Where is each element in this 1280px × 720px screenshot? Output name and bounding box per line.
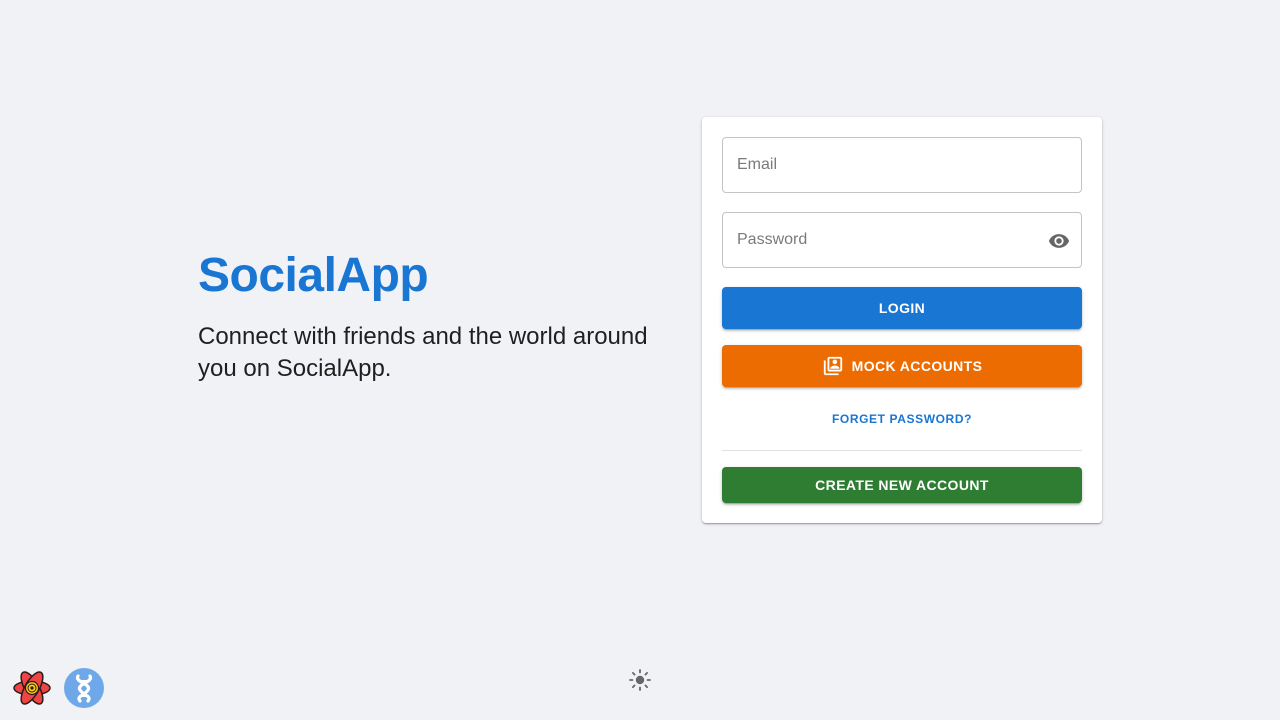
login-button[interactable]: LOGIN	[722, 287, 1082, 329]
email-field	[722, 137, 1082, 193]
divider	[722, 450, 1082, 451]
password-input[interactable]	[723, 213, 1081, 267]
login-button-label: LOGIN	[878, 300, 926, 316]
mock-accounts-label: MOCK ACCOUNTS	[851, 358, 983, 374]
login-card: LOGIN MOCK ACCOUNTS FORGET PASSWORD? CRE…	[702, 117, 1102, 523]
eye-icon[interactable]	[1047, 229, 1071, 253]
password-field	[722, 212, 1082, 268]
react-query-devtools-icon[interactable]	[12, 668, 52, 708]
mock-accounts-button[interactable]: MOCK ACCOUNTS	[722, 345, 1082, 387]
sun-icon[interactable]	[628, 668, 652, 692]
app-title: SocialApp	[198, 249, 429, 302]
login-page: SocialApp Connect with friends and the w…	[0, 0, 1280, 720]
contacts-stack-icon	[822, 355, 844, 377]
email-input[interactable]	[723, 138, 1081, 192]
create-account-button[interactable]: CREATE NEW ACCOUNT	[722, 467, 1082, 503]
hero-section: SocialApp Connect with friends and the w…	[198, 248, 668, 385]
devtools-icons	[12, 668, 104, 708]
app-tagline: Connect with friends and the world aroun…	[198, 323, 648, 382]
forgot-password-link[interactable]: FORGET PASSWORD?	[722, 411, 1082, 427]
redux-devtools-icon[interactable]	[64, 668, 104, 708]
create-account-label: CREATE NEW ACCOUNT	[815, 477, 989, 493]
